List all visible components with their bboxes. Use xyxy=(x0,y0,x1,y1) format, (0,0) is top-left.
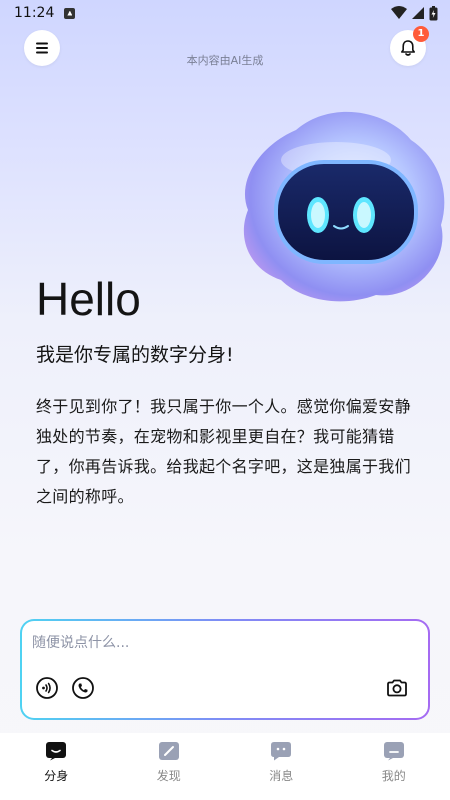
tab-profile[interactable]: 我的 xyxy=(338,733,450,800)
tab-messages[interactable]: 消息 xyxy=(225,733,338,800)
mascot-avatar xyxy=(243,111,445,302)
voice-input-button[interactable] xyxy=(34,675,60,701)
tab-label: 消息 xyxy=(269,769,294,783)
camera-icon xyxy=(387,679,407,697)
tab-discover[interactable]: 发现 xyxy=(113,733,226,800)
message-composer xyxy=(20,619,430,720)
intro-message: 终于见到你了！我只属于你一个人。感觉你偏爱安静独处的节奏，在宠物和影视里更自在？… xyxy=(36,397,411,506)
status-time: 11:24 xyxy=(14,5,55,21)
compass-icon xyxy=(158,742,179,760)
profile-icon xyxy=(383,742,404,761)
status-bar: 11:24 xyxy=(0,0,450,26)
message-input[interactable] xyxy=(32,631,412,655)
voice-wave-icon xyxy=(36,677,58,699)
bell-icon xyxy=(401,40,415,56)
notifications-button[interactable]: 1 xyxy=(390,26,429,66)
voice-call-button[interactable] xyxy=(70,675,96,701)
notification-indicator-icon xyxy=(64,7,76,19)
avatar-icon xyxy=(46,742,67,761)
chat-icon xyxy=(271,742,292,761)
notification-badge: 1 xyxy=(413,26,429,42)
signal-icon xyxy=(412,7,424,19)
tab-label: 分身 xyxy=(44,769,69,783)
tab-avatar[interactable]: 分身 xyxy=(0,733,113,800)
greeting-subtitle: 我是你专属的数字分身! xyxy=(36,344,234,366)
tab-label: 发现 xyxy=(156,769,181,783)
battery-icon xyxy=(429,5,438,20)
tab-label: 我的 xyxy=(381,769,406,783)
greeting-title: Hello xyxy=(36,273,141,325)
phone-icon xyxy=(72,677,94,699)
camera-button[interactable] xyxy=(384,675,410,701)
bottom-tab-bar: 分身 发现 消息 我的 xyxy=(0,733,450,800)
wifi-icon xyxy=(391,6,407,19)
ai-generated-notice: 本内容由AI生成 xyxy=(186,54,264,67)
